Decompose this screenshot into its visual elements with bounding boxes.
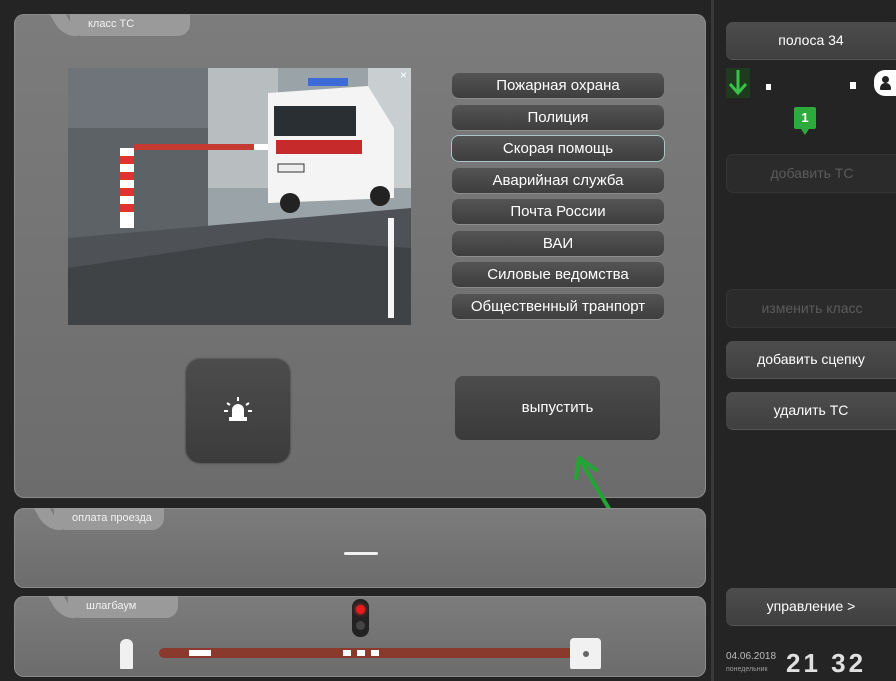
class-button-police[interactable]: Полиция xyxy=(452,104,664,130)
lock-icon xyxy=(850,82,856,89)
clock: 04.06.2018 понедельник 21 32 xyxy=(726,646,896,681)
release-button[interactable]: выпустить xyxy=(455,376,660,440)
add-vehicle-button[interactable]: добавить ТС xyxy=(726,154,896,193)
siren-button[interactable] xyxy=(186,359,290,463)
barrier-post-icon xyxy=(120,639,133,669)
time-label: 21 32 xyxy=(786,648,867,678)
date-label: 04.06.2018 xyxy=(726,651,777,662)
barrier-arm-stripe xyxy=(357,650,365,656)
class-button-public-transport[interactable]: Общественный транпорт xyxy=(452,293,664,319)
vehicle-class-panel: класс ТС × Пожарная охрана Полиция Скора… xyxy=(14,14,706,536)
barrier-panel: шлагбаум xyxy=(14,596,706,677)
control-menu-button[interactable]: управление > xyxy=(726,588,896,625)
queue-count-badge: 1 xyxy=(794,107,816,135)
barrier-arm-stripe xyxy=(189,650,211,656)
traffic-light-icon xyxy=(352,599,369,637)
add-trailer-button[interactable]: добавить сцепку xyxy=(726,341,896,378)
class-button-fire[interactable]: Пожарная охрана xyxy=(452,73,664,98)
direction-arrow-down-icon xyxy=(726,68,750,98)
traffic-light-red xyxy=(356,605,365,614)
weekday-label: понедельник xyxy=(726,666,768,673)
class-button-ambulance[interactable]: Скорая помощь xyxy=(452,136,664,161)
lane-button[interactable]: полоса 34 xyxy=(726,22,896,59)
payment-value-empty xyxy=(344,552,378,555)
class-button-russian-post[interactable]: Почта России xyxy=(452,199,664,224)
delete-vehicle-button[interactable]: удалить ТС xyxy=(726,392,896,429)
operator-icon[interactable] xyxy=(874,70,896,96)
barrier-arm[interactable] xyxy=(159,648,577,658)
vehicle-class-tab-label: класс ТС xyxy=(70,14,190,36)
barrier-tab-label: шлагбаум xyxy=(68,596,178,618)
traffic-light-off xyxy=(356,621,365,630)
close-icon[interactable]: × xyxy=(400,69,407,81)
change-class-button[interactable]: изменить класс xyxy=(726,289,896,328)
barrier-arm-stripe xyxy=(371,650,379,656)
siren-icon xyxy=(224,397,252,421)
barrier-arm-stripe xyxy=(343,650,351,656)
lane-marker-icon xyxy=(766,84,771,90)
camera-snapshot: × xyxy=(68,68,411,325)
class-button-security-agencies[interactable]: Силовые ведомства xyxy=(452,262,664,287)
lane-status: 1 xyxy=(726,68,896,138)
class-button-vai[interactable]: ВАИ xyxy=(452,230,664,256)
screen: класс ТС × Пожарная охрана Полиция Скора… xyxy=(0,0,896,681)
barrier-housing-icon xyxy=(570,638,601,669)
payment-tab-label: оплата проезда xyxy=(54,508,164,530)
payment-panel: оплата проезда xyxy=(14,508,706,588)
column-divider xyxy=(711,0,714,681)
vehicle-class-list: Пожарная охрана Полиция Скорая помощь Ав… xyxy=(452,73,664,325)
class-button-emergency-service[interactable]: Аварийная служба xyxy=(452,167,664,193)
